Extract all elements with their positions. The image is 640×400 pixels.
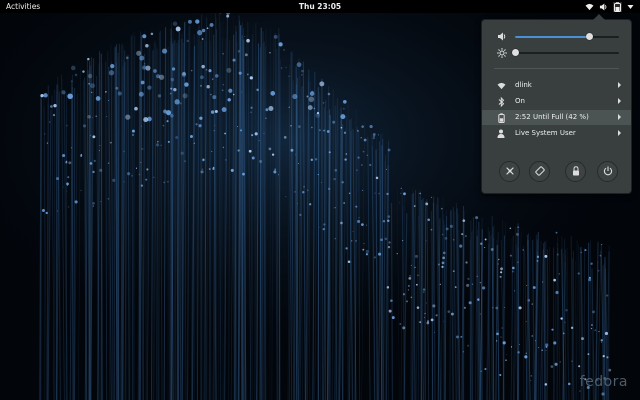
battery-icon (613, 1, 622, 12)
power-icon (603, 166, 613, 178)
lock-button[interactable] (565, 161, 586, 182)
rotation-lock-button[interactable] (529, 161, 550, 182)
wifi-icon (585, 3, 594, 11)
volume-slider-row (482, 30, 631, 44)
menu-item-label: On (515, 97, 525, 105)
volume-slider-handle[interactable] (586, 33, 594, 40)
user-icon (496, 129, 506, 138)
brightness-slider[interactable] (511, 49, 619, 56)
volume-icon (599, 2, 608, 11)
volume-icon (497, 32, 507, 43)
brightness-slider-handle[interactable] (511, 49, 519, 56)
lock-icon (572, 165, 580, 178)
menu-item-bluetooth[interactable]: On (482, 94, 631, 109)
rotation-lock-icon (534, 165, 545, 178)
wifi-icon (496, 81, 506, 90)
brightness-slider-row (482, 46, 631, 60)
system-menu: dlink On 2:52 Until Full (42 %) Live Sys… (481, 14, 632, 194)
fedora-watermark: fedora (579, 374, 628, 390)
menu-item-wifi[interactable]: dlink (482, 78, 631, 93)
menu-item-label: 2:52 Until Full (42 %) (515, 113, 589, 121)
menu-item-user[interactable]: Live System User (482, 126, 631, 141)
settings-button[interactable] (499, 161, 520, 182)
volume-slider-fill (515, 36, 590, 38)
dropdown-arrow-icon (627, 4, 634, 10)
bluetooth-icon (496, 96, 506, 107)
menu-item-battery[interactable]: 2:52 Until Full (42 %) (482, 110, 631, 125)
menu-action-buttons (482, 161, 631, 183)
volume-slider[interactable] (515, 33, 619, 40)
chevron-right-icon (618, 130, 621, 136)
brightness-icon (497, 48, 507, 60)
chevron-right-icon (618, 82, 621, 88)
settings-icon (505, 166, 515, 178)
menu-item-label: Live System User (515, 129, 576, 137)
chevron-right-icon (618, 98, 621, 104)
menu-separator (494, 68, 619, 69)
chevron-right-icon (618, 114, 621, 120)
power-button[interactable] (597, 161, 618, 182)
battery-icon (496, 112, 506, 123)
system-status-area[interactable] (585, 1, 634, 12)
menu-item-label: dlink (515, 81, 532, 89)
top-bar: Activities Thu 23:05 (0, 0, 640, 13)
clock[interactable]: Thu 23:05 (0, 2, 640, 11)
